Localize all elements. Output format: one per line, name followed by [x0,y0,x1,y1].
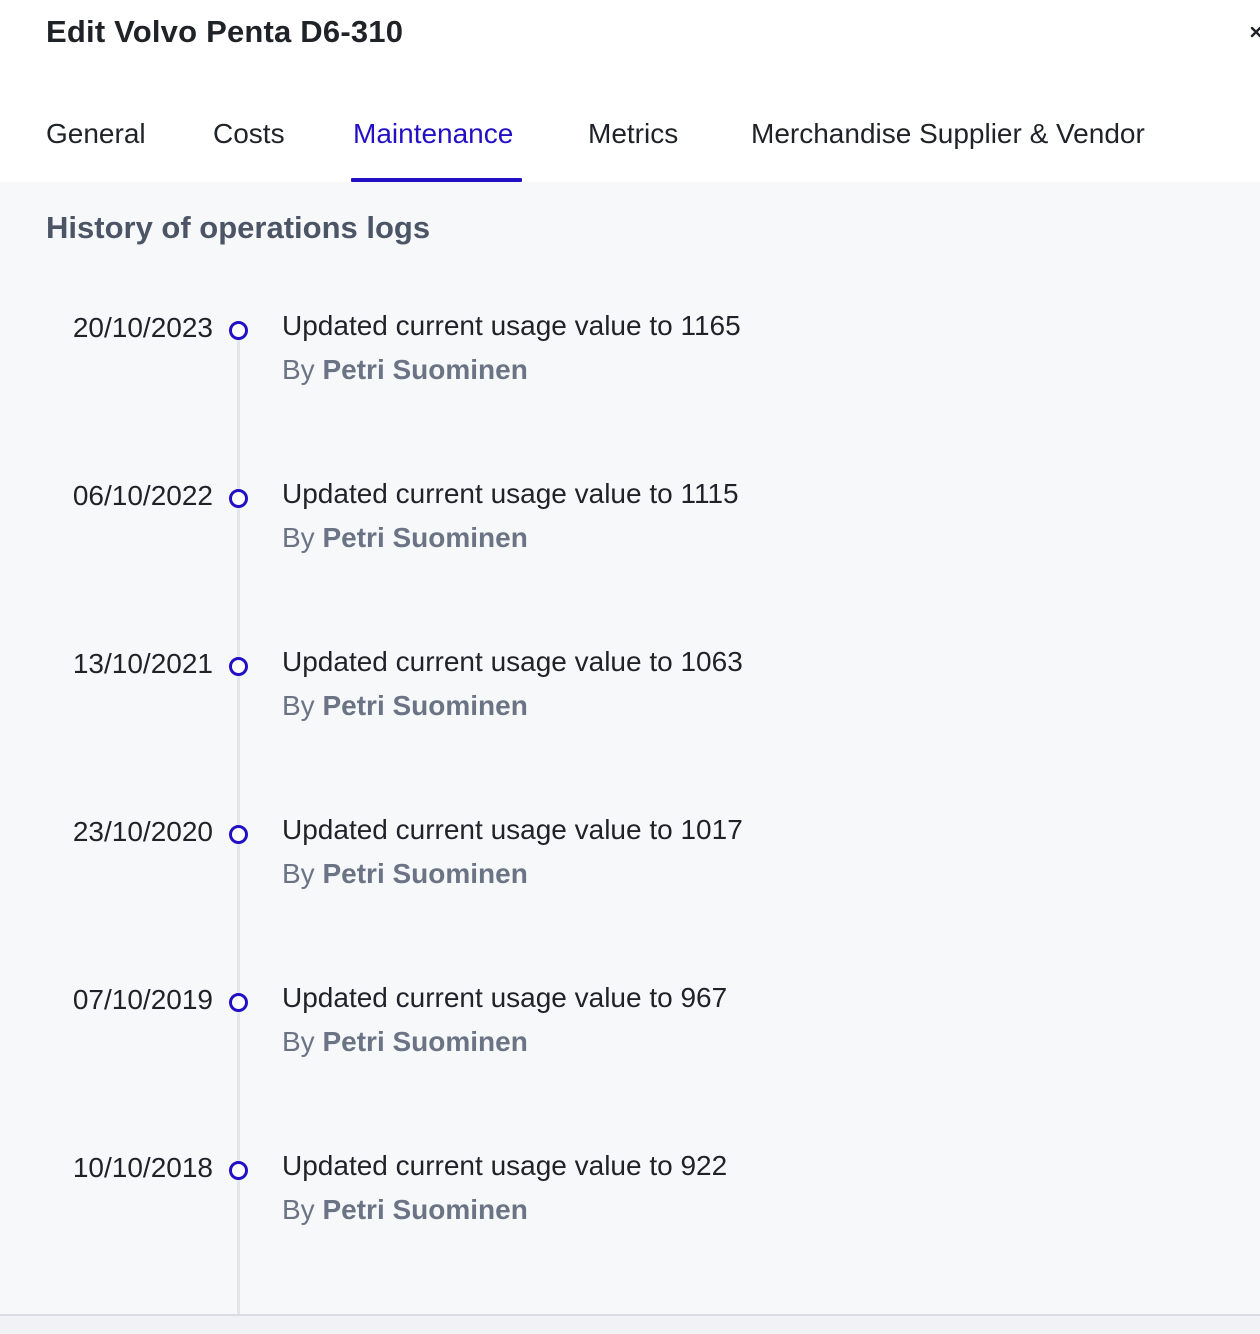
tab-maintenance[interactable]: Maintenance [353,118,513,150]
log-author: Petri Suominen [322,522,528,553]
log-date: 13/10/2021 [72,648,213,679]
dialog-header: Edit Volvo Penta D6-310 General Costs Ma… [0,0,1260,182]
by-prefix: By [282,858,315,889]
maintenance-panel: History of operations logs 20/10/2023 Up… [0,182,1260,1314]
timeline-dot-icon [229,657,248,676]
log-author: Petri Suominen [322,1026,528,1057]
log-entry: 07/10/2019 Updated current usage value t… [0,982,1260,1084]
close-icon[interactable] [1246,22,1260,46]
log-date: 10/10/2018 [72,1152,213,1183]
log-entry: 20/10/2023 Updated current usage value t… [0,310,1260,412]
log-description: Updated current usage value to 967 [282,982,728,1013]
tab-bar: General Costs Maintenance Metrics Mercha… [0,100,1260,182]
log-date: 07/10/2019 [72,984,213,1015]
timeline-dot-icon [229,1161,248,1180]
log-author: Petri Suominen [322,858,528,889]
log-description: Updated current usage value to 1017 [282,814,743,845]
log-author-line: By Petri Suominen [282,354,528,386]
section-title: History of operations logs [46,210,431,245]
page-title: Edit Volvo Penta D6-310 [46,14,404,49]
log-date: 23/10/2020 [72,816,213,847]
by-prefix: By [282,1194,315,1225]
log-description: Updated current usage value to 1165 [282,310,741,341]
log-author-line: By Petri Suominen [282,1026,528,1058]
log-date: 06/10/2022 [72,480,213,511]
log-description: Updated current usage value to 1115 [282,478,739,509]
timeline-dot-icon [229,993,248,1012]
log-entry: 06/10/2022 Updated current usage value t… [0,478,1260,580]
tab-metrics[interactable]: Metrics [588,118,678,150]
tab-general[interactable]: General [46,118,146,150]
timeline-dot-icon [229,489,248,508]
log-author: Petri Suominen [322,354,528,385]
log-entry: 10/10/2018 Updated current usage value t… [0,1150,1260,1252]
timeline-dot-icon [229,321,248,340]
tab-merchandise-supplier-vendor[interactable]: Merchandise Supplier & Vendor [751,118,1145,150]
footer-divider [0,1314,1260,1334]
timeline-dot-icon [229,825,248,844]
log-description: Updated current usage value to 922 [282,1150,728,1181]
by-prefix: By [282,690,315,721]
by-prefix: By [282,522,315,553]
log-author-line: By Petri Suominen [282,858,528,890]
log-date: 20/10/2023 [72,312,213,343]
by-prefix: By [282,1026,315,1057]
log-author-line: By Petri Suominen [282,522,528,554]
edit-dialog: Edit Volvo Penta D6-310 General Costs Ma… [0,0,1260,1334]
log-author-line: By Petri Suominen [282,690,528,722]
tab-costs[interactable]: Costs [213,118,285,150]
log-author: Petri Suominen [322,690,528,721]
log-entry: 23/10/2020 Updated current usage value t… [0,814,1260,916]
log-author-line: By Petri Suominen [282,1194,528,1226]
log-description: Updated current usage value to 1063 [282,646,743,677]
log-entry: 13/10/2021 Updated current usage value t… [0,646,1260,748]
log-author: Petri Suominen [322,1194,528,1225]
by-prefix: By [282,354,315,385]
